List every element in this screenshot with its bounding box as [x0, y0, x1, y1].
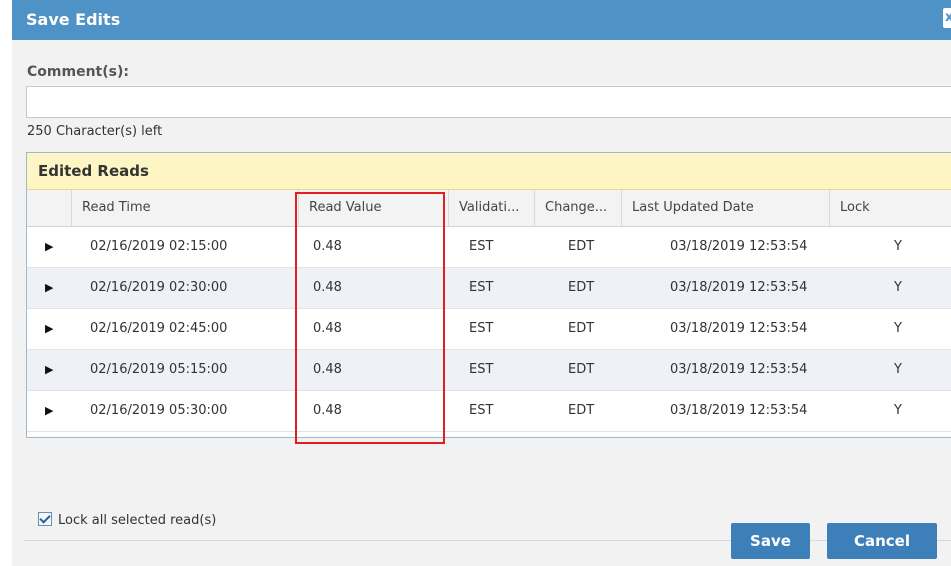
read-time-cell: 02/16/2019 05:30:00	[90, 403, 228, 418]
table-row[interactable]: ▶ 02/16/2019 05:15:00 0.48 EST EDT 03/18…	[27, 350, 951, 391]
dialog-title-bar: Save Edits x	[12, 0, 951, 40]
lock-all-label: Lock all selected read(s)	[58, 513, 217, 528]
table-row[interactable]: ▶ 02/16/2019 05:30:00 0.48 EST EDT 03/18…	[27, 391, 951, 432]
column-header-validation[interactable]: Validati...	[448, 190, 534, 226]
last-updated-cell: 03/18/2019 12:53:54	[670, 403, 808, 418]
read-value-cell: 0.48	[313, 321, 342, 336]
comment-input[interactable]	[26, 86, 951, 118]
expand-row-icon[interactable]: ▶	[45, 309, 53, 349]
change-cell: EDT	[568, 321, 595, 336]
edited-reads-grid: Edited Reads Read Time Read Value Valida…	[26, 152, 951, 438]
grid-title: Edited Reads	[38, 162, 149, 180]
footer-divider	[24, 540, 951, 541]
read-time-cell: 02/16/2019 02:45:00	[90, 321, 228, 336]
column-header-read-time[interactable]: Read Time	[71, 190, 298, 226]
table-row[interactable]: ▶ 02/16/2019 02:30:00 0.48 EST EDT 03/18…	[27, 268, 951, 309]
read-time-cell: 02/16/2019 05:15:00	[90, 362, 228, 377]
last-updated-cell: 03/18/2019 12:53:54	[670, 321, 808, 336]
lock-all-option[interactable]: Lock all selected read(s)	[38, 512, 216, 528]
table-row[interactable]: ▶ 02/16/2019 02:45:00 0.48 EST EDT 03/18…	[27, 309, 951, 350]
last-updated-cell: 03/18/2019 12:53:54	[670, 280, 808, 295]
column-header-read-value[interactable]: Read Value	[298, 190, 448, 226]
last-updated-cell: 03/18/2019 12:53:54	[670, 239, 808, 254]
validation-cell: EST	[469, 239, 494, 254]
column-header-last-updated-date[interactable]: Last Updated Date	[621, 190, 829, 226]
validation-cell: EST	[469, 362, 494, 377]
read-time-cell: 02/16/2019 02:15:00	[90, 239, 228, 254]
expander-column-header	[27, 190, 71, 226]
read-value-cell: 0.48	[313, 280, 342, 295]
change-cell: EDT	[568, 362, 595, 377]
cancel-button[interactable]: Cancel	[827, 523, 937, 559]
read-value-cell: 0.48	[313, 362, 342, 377]
validation-cell: EST	[469, 280, 494, 295]
last-updated-cell: 03/18/2019 12:53:54	[670, 362, 808, 377]
lock-cell: Y	[894, 403, 902, 418]
change-cell: EDT	[568, 403, 595, 418]
save-button[interactable]: Save	[731, 523, 810, 559]
close-icon[interactable]: x	[943, 8, 951, 28]
checkbox-checked-icon[interactable]	[38, 512, 52, 526]
read-value-cell: 0.48	[313, 403, 342, 418]
chars-left-text: 250 Character(s) left	[27, 124, 163, 139]
lock-cell: Y	[894, 280, 902, 295]
expand-row-icon[interactable]: ▶	[45, 350, 53, 390]
comment-label: Comment(s):	[27, 64, 129, 80]
column-header-lock[interactable]: Lock	[829, 190, 951, 226]
validation-cell: EST	[469, 403, 494, 418]
table-row[interactable]: ▶ 02/16/2019 02:15:00 0.48 EST EDT 03/18…	[27, 227, 951, 268]
expand-row-icon[interactable]: ▶	[45, 391, 53, 431]
validation-cell: EST	[469, 321, 494, 336]
change-cell: EDT	[568, 239, 595, 254]
change-cell: EDT	[568, 280, 595, 295]
read-time-cell: 02/16/2019 02:30:00	[90, 280, 228, 295]
expand-row-icon[interactable]: ▶	[45, 227, 53, 267]
column-header-change[interactable]: Change...	[534, 190, 621, 226]
lock-cell: Y	[894, 239, 902, 254]
lock-cell: Y	[894, 321, 902, 336]
lock-cell: Y	[894, 362, 902, 377]
expand-row-icon[interactable]: ▶	[45, 268, 53, 308]
dialog-title: Save Edits	[26, 10, 121, 29]
grid-title-bar: Edited Reads	[27, 153, 951, 190]
dialog-body: Comment(s): 250 Character(s) left Edited…	[12, 40, 951, 566]
column-header-row: Read Time Read Value Validati... Change.…	[27, 190, 951, 227]
read-value-cell: 0.48	[313, 239, 342, 254]
